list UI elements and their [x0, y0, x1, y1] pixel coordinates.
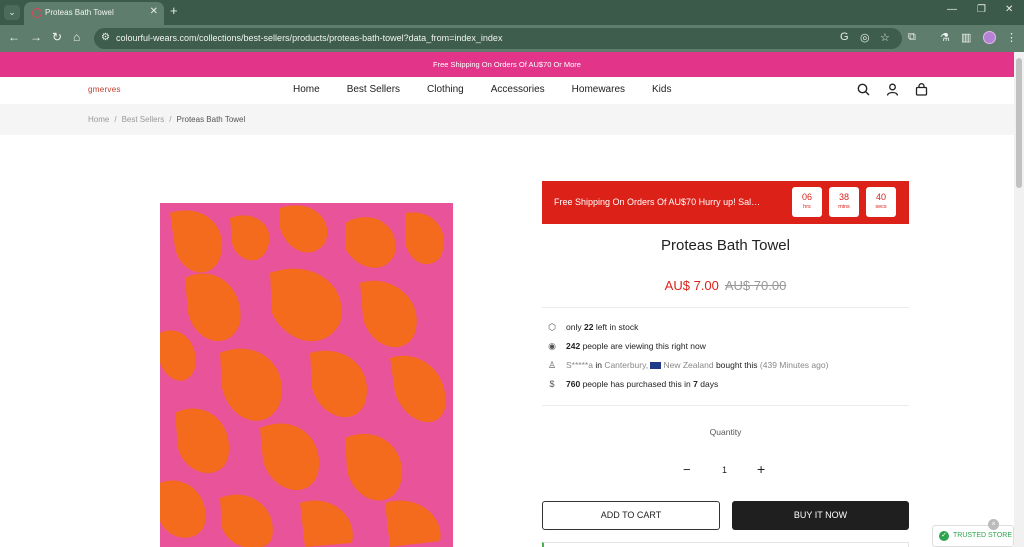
- breadcrumb-current: Proteas Bath Towel: [176, 115, 246, 124]
- quantity-decrease-button[interactable]: −: [683, 462, 691, 477]
- user-icon: ♙: [547, 360, 557, 370]
- hours-value: 06: [801, 192, 812, 202]
- side-panel-icon[interactable]: ▥: [961, 31, 971, 44]
- menu-kebab-icon[interactable]: ⋮: [1006, 31, 1017, 44]
- reload-icon[interactable]: ↻: [52, 30, 62, 44]
- mins-label: mins: [838, 204, 850, 210]
- buy-now-button[interactable]: BUY IT NOW: [732, 501, 909, 530]
- breadcrumb-category[interactable]: Best Sellers: [122, 115, 165, 124]
- browser-tab-bar: ⌄ Proteas Bath Towel ✕ + — ❐ ✕: [0, 0, 1024, 25]
- mins-value: 38: [838, 192, 849, 202]
- viewers-info: ◉ 242 people are viewing this right now: [548, 341, 706, 351]
- page-scrollbar[interactable]: [1014, 52, 1024, 547]
- breadcrumb-separator: /: [169, 115, 172, 124]
- tab-close-icon[interactable]: ✕: [150, 6, 158, 17]
- nav-home[interactable]: Home: [293, 84, 320, 95]
- home-icon[interactable]: ⌂: [73, 30, 80, 44]
- nav-kids[interactable]: Kids: [652, 84, 671, 95]
- tab-list-chevron-icon[interactable]: ⌄: [4, 5, 20, 20]
- sale-price: AU$ 7.00: [664, 278, 719, 293]
- url-text[interactable]: colourful-wears.com/collections/best-sel…: [116, 33, 502, 43]
- promo-bar: Free Shipping On Orders Of AU$70 Or More: [0, 52, 1014, 77]
- stock-info: ⬡ only 22 left in stock: [548, 322, 639, 332]
- nav-homewares[interactable]: Homewares: [572, 84, 625, 95]
- nz-flag-icon: [650, 362, 662, 370]
- box-icon: ⬡: [548, 322, 556, 332]
- account-icon[interactable]: [886, 83, 899, 99]
- breadcrumb-home[interactable]: Home: [88, 115, 109, 124]
- recent-purchase-info: ♙ S*****a in Canterbury, New Zealand boug…: [547, 360, 829, 370]
- bookmark-star-icon[interactable]: ☆: [880, 31, 890, 44]
- site-header: gmerves Home Best Sellers Clothing Acces…: [0, 77, 1014, 104]
- restore-icon[interactable]: ❐: [977, 4, 986, 15]
- add-to-cart-button[interactable]: ADD TO CART: [542, 501, 720, 530]
- site-logo[interactable]: gmerves: [88, 85, 121, 94]
- breadcrumb-separator: /: [114, 115, 117, 124]
- window-close-icon[interactable]: ✕: [1005, 4, 1013, 15]
- tab-favicon-icon: [32, 8, 42, 18]
- badge-close-icon[interactable]: ×: [988, 519, 999, 530]
- countdown-secs: 40 secs: [866, 187, 896, 217]
- extensions-puzzle-icon[interactable]: ⧉: [908, 31, 916, 44]
- dollar-circle-icon: $: [549, 379, 555, 389]
- product-prices: AU$ 7.00 AU$ 70.00: [542, 278, 909, 293]
- quantity-label: Quantity: [709, 427, 742, 437]
- browser-tab-active[interactable]: Proteas Bath Towel ✕: [24, 2, 164, 25]
- next-section-box: [542, 542, 909, 547]
- countdown-mins: 38 mins: [829, 187, 859, 217]
- back-arrow-icon[interactable]: ←: [8, 30, 20, 44]
- compare-price: AU$ 70.00: [724, 278, 787, 293]
- site-info-icon[interactable]: ⚙: [101, 32, 110, 43]
- divider: [542, 307, 909, 308]
- profile-avatar[interactable]: [983, 31, 996, 44]
- minimize-icon[interactable]: —: [947, 4, 957, 15]
- new-tab-plus-icon[interactable]: +: [170, 3, 178, 18]
- address-bar[interactable]: ⚙ colourful-wears.com/collections/best-s…: [94, 28, 902, 49]
- hours-label: hrs: [803, 204, 811, 210]
- trusted-store-badge[interactable]: ✓ TRUSTED STORE: [932, 525, 1014, 547]
- countdown-hours: 06 hrs: [792, 187, 822, 217]
- breadcrumb: Home / Best Sellers / Proteas Bath Towel: [0, 104, 1014, 135]
- check-icon: ✓: [939, 531, 949, 541]
- nav-best-sellers[interactable]: Best Sellers: [347, 84, 400, 95]
- tab-title: Proteas Bath Towel: [45, 8, 114, 17]
- divider: [542, 405, 909, 406]
- nav-clothing[interactable]: Clothing: [427, 84, 464, 95]
- main-nav: Home Best Sellers Clothing Accessories H…: [293, 84, 698, 95]
- quantity-input[interactable]: 1: [722, 465, 727, 475]
- forward-arrow-icon[interactable]: →: [30, 30, 42, 44]
- eye-slash-icon[interactable]: ◎: [860, 31, 870, 44]
- cart-bag-icon[interactable]: [915, 83, 928, 99]
- quantity-increase-button[interactable]: +: [757, 461, 765, 477]
- secs-label: secs: [875, 204, 887, 210]
- search-icon[interactable]: [857, 83, 870, 99]
- eye-icon: ◉: [548, 341, 556, 351]
- countdown-banner: Free Shipping On Orders Of AU$70 Hurry u…: [542, 181, 909, 224]
- trusted-store-label: TRUSTED STORE: [953, 532, 1012, 539]
- nav-accessories[interactable]: Accessories: [491, 84, 545, 95]
- secs-value: 40: [875, 192, 886, 202]
- product-image[interactable]: [160, 203, 453, 547]
- labs-flask-icon[interactable]: ⚗: [940, 31, 950, 44]
- scrollbar-thumb[interactable]: [1016, 58, 1022, 188]
- towel-pattern: [160, 203, 453, 547]
- countdown-text: Free Shipping On Orders Of AU$70 Hurry u…: [554, 197, 762, 207]
- google-lens-icon[interactable]: G: [840, 31, 849, 43]
- product-title: Proteas Bath Towel: [661, 237, 790, 254]
- browser-toolbar: ← → ↻ ⌂ ⚙ colourful-wears.com/collection…: [0, 25, 1024, 52]
- purchased-count-info: $760 people has purchased this in 7 days: [547, 379, 718, 389]
